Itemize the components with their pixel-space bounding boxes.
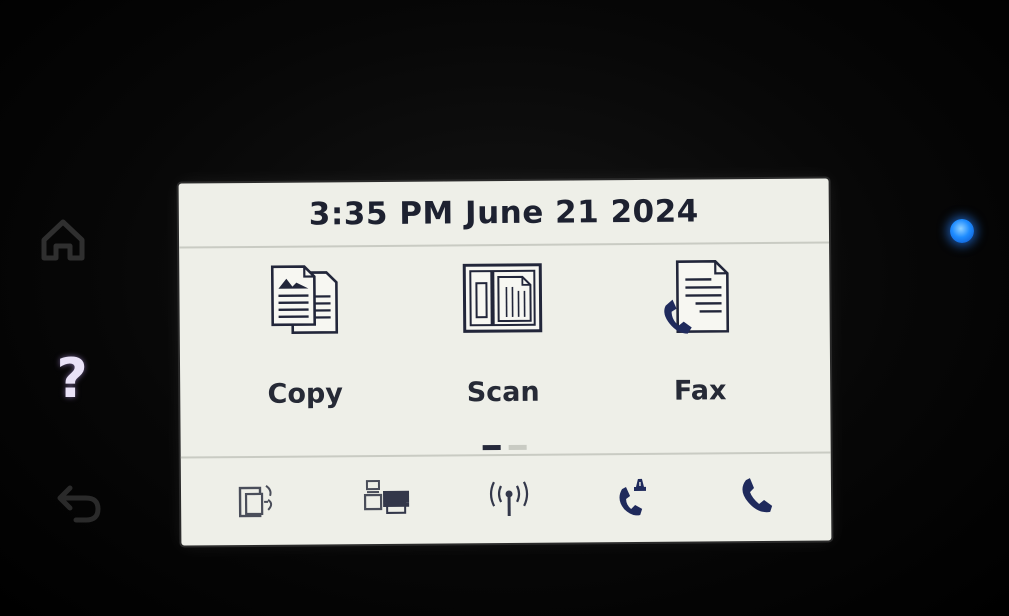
wifi-direct-button[interactable] [231,477,287,523]
wifi-direct-icon [238,485,273,518]
page-dot-2 [508,444,527,450]
fax-status-button[interactable] [607,474,663,520]
copy-label: Copy [267,378,344,410]
printer-touchscreen: 3:35 PM June 21 2024 Copy Scan Fax [178,178,832,546]
fax-label: Fax [673,375,727,407]
app-grid: Copy Scan Fax [179,244,830,419]
status-tray [181,454,832,545]
help-icon: ? [56,346,88,410]
scan-icon [462,263,543,333]
wireless-icon [489,481,529,516]
phone-icon [742,478,773,513]
status-light [950,219,974,243]
home-button[interactable] [36,212,90,266]
date-time: 3:35 PM June 21 2024 [308,192,699,233]
scan-app-button[interactable]: Scan [422,246,583,417]
print-queue-button[interactable] [358,476,414,522]
phone-book-button[interactable] [729,473,785,519]
copy-app-button[interactable]: Copy [224,248,385,419]
scan-label: Scan [466,376,540,409]
copy-icon [270,265,339,334]
help-button[interactable]: ? [40,346,104,410]
page-indicator [482,444,527,451]
back-button[interactable] [52,480,106,524]
print-queue-icon [363,479,410,514]
fax-status-icon [619,478,647,516]
fax-app-button[interactable]: Fax [619,245,780,416]
home-icon [41,219,85,261]
status-header: 3:35 PM June 21 2024 [179,178,829,246]
wireless-button[interactable] [481,475,537,521]
fax-icon [664,260,730,334]
page-dot-1 [482,445,501,451]
back-arrow-icon [57,485,101,523]
